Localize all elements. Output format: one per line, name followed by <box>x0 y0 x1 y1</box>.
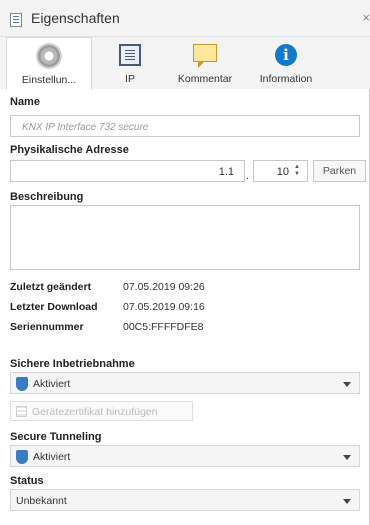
secure-commissioning-dropdown[interactable]: Aktiviert <box>10 372 360 394</box>
comment-icon <box>193 44 217 68</box>
address-device-field[interactable]: 10 ▲ ▼ <box>253 160 308 182</box>
secure-tunneling-label: Secure Tunneling <box>10 431 102 443</box>
description-field[interactable] <box>10 205 360 270</box>
last-changed-label: Zuletzt geändert <box>10 281 92 293</box>
serial-number-value: 00C5:FFFFDFE8 <box>123 321 204 333</box>
tab-bar: Einstellun... IP Kommentar i Information <box>0 37 370 90</box>
name-label: Name <box>10 96 40 108</box>
tab-ip[interactable]: IP <box>100 37 160 89</box>
name-placeholder: KNX IP Interface 732 secure <box>22 122 149 133</box>
secure-tunneling-dropdown[interactable]: Aktiviert <box>10 445 360 467</box>
secure-commissioning-label: Sichere Inbetriebnahme <box>10 358 135 370</box>
serial-number-label: Seriennummer <box>10 321 84 333</box>
address-prefix-value: 1.1 <box>218 166 234 178</box>
address-label: Physikalische Adresse <box>10 144 129 156</box>
tab-settings-label: Einstellun... <box>21 74 77 86</box>
shield-icon <box>16 450 28 464</box>
address-prefix-field[interactable]: 1.1 <box>10 160 245 182</box>
last-download-label: Letzter Download <box>10 301 98 313</box>
secure-commissioning-value: Aktiviert <box>33 378 71 390</box>
panel-title: Eigenschaften <box>31 10 120 26</box>
chevron-down-icon <box>343 382 351 387</box>
properties-panel: Eigenschaften × Einstellun... IP Komment… <box>0 0 370 525</box>
shield-icon <box>16 377 28 391</box>
description-label: Beschreibung <box>10 191 84 203</box>
status-dropdown[interactable]: Unbekannt <box>10 489 360 511</box>
chevron-down-icon <box>343 455 351 460</box>
gear-icon <box>38 45 60 67</box>
park-button[interactable]: Parken <box>313 160 366 182</box>
name-field[interactable]: KNX IP Interface 732 secure <box>10 115 360 137</box>
address-separator: . <box>246 170 250 182</box>
add-certificate-label: Gerätezertifikat hinzufügen <box>32 406 158 418</box>
last-download-value: 07.05.2019 09:16 <box>123 301 205 313</box>
close-icon[interactable]: × <box>362 10 370 25</box>
tab-ip-label: IP <box>125 73 135 85</box>
tab-comment[interactable]: Kommentar <box>170 37 240 89</box>
tab-comment-label: Kommentar <box>177 73 233 85</box>
last-changed-value: 07.05.2019 09:26 <box>123 281 205 293</box>
address-device-value: 10 <box>276 166 289 178</box>
properties-icon <box>10 13 22 27</box>
add-certificate-button: Gerätezertifikat hinzufügen <box>10 401 193 421</box>
tab-information-label: Information <box>259 73 313 85</box>
ip-settings-icon <box>119 44 141 66</box>
chevron-down-icon <box>343 499 351 504</box>
status-value: Unbekannt <box>16 495 67 507</box>
status-label: Status <box>10 475 44 487</box>
secure-tunneling-value: Aktiviert <box>33 451 71 463</box>
address-stepper[interactable]: ▲ ▼ <box>294 164 302 178</box>
info-icon: i <box>275 44 297 66</box>
tab-information[interactable]: i Information <box>248 37 324 89</box>
title-bar: Eigenschaften × <box>0 0 370 37</box>
certificate-icon <box>16 406 27 417</box>
tab-settings[interactable]: Einstellun... <box>6 37 92 90</box>
